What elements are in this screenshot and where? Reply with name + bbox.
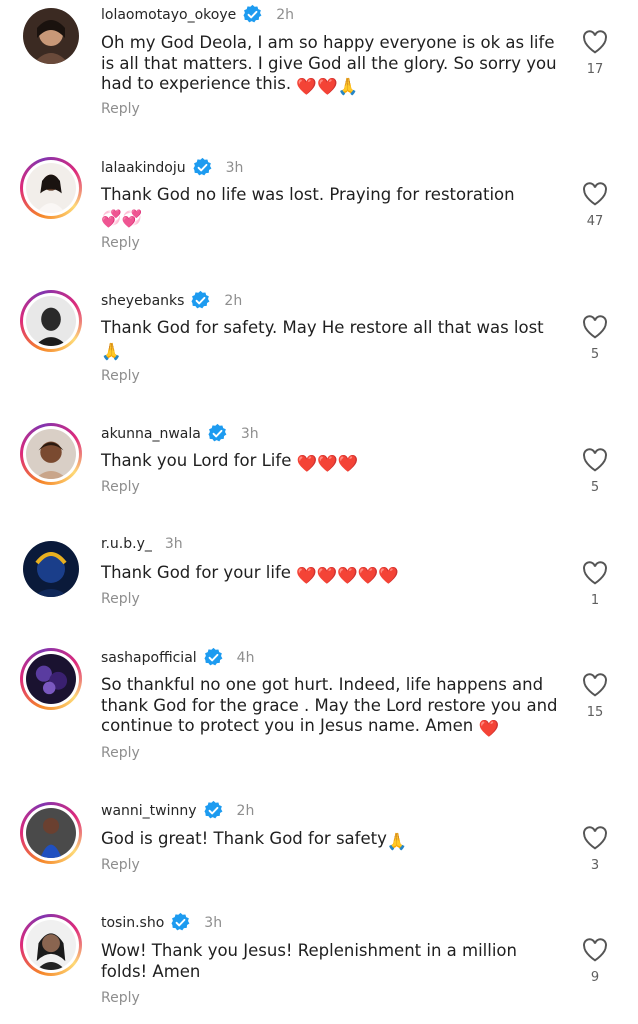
timestamp: 3h xyxy=(164,536,183,552)
reply-button[interactable]: Reply xyxy=(101,235,140,251)
reply-button[interactable]: Reply xyxy=(101,990,140,1006)
comment-text: Oh my God Deola, I am so happy everyone … xyxy=(101,33,557,96)
avatar[interactable] xyxy=(23,541,79,597)
avatar[interactable] xyxy=(20,423,82,485)
comment-item: r.u.b.y_ 3h Thank God for your life ❤️❤️… xyxy=(0,530,638,630)
avatar[interactable] xyxy=(23,8,79,64)
comment-text: God is great! Thank God for safety🙏 xyxy=(101,829,408,851)
like-count: 5 xyxy=(590,347,600,362)
heart-icon[interactable] xyxy=(582,182,608,206)
avatar[interactable] xyxy=(20,802,82,864)
reply-button[interactable]: Reply xyxy=(101,479,140,495)
comment-item: akunna_nwala 3h Thank you Lord for Life … xyxy=(0,417,638,517)
username[interactable]: wanni_twinny xyxy=(101,803,197,819)
comment-text: Thank you Lord for Life ❤️❤️❤️ xyxy=(101,451,359,473)
like-count: 9 xyxy=(590,970,600,985)
reply-button[interactable]: Reply xyxy=(101,591,140,607)
comment-emoji: ❤️❤️❤️ xyxy=(296,454,359,473)
avatar[interactable] xyxy=(20,290,82,352)
comment-emoji: 💞💞 xyxy=(101,208,143,228)
comment-text: Thank God for safety. May He restore all… xyxy=(101,318,544,361)
reply-button[interactable]: Reply xyxy=(101,101,140,117)
timestamp: 3h xyxy=(240,425,259,442)
timestamp: 2h xyxy=(224,292,243,309)
like-count: 15 xyxy=(586,705,604,720)
username[interactable]: sheyebanks xyxy=(101,293,184,309)
heart-icon[interactable] xyxy=(582,938,608,962)
timestamp: 3h xyxy=(204,914,223,931)
comment-emoji: ❤️❤️🙏 xyxy=(296,77,359,96)
verified-badge-icon xyxy=(204,647,223,666)
like-count: 47 xyxy=(586,214,604,229)
comment-text: Thank God for your life ❤️❤️❤️❤️❤️ xyxy=(101,563,399,585)
like-count: 5 xyxy=(590,480,600,495)
username[interactable]: r.u.b.y_ xyxy=(101,536,152,552)
username[interactable]: akunna_nwala xyxy=(101,426,201,442)
comment-emoji: 🙏 xyxy=(101,341,122,361)
verified-badge-icon xyxy=(243,4,262,23)
comment-emoji: 🙏 xyxy=(386,832,408,851)
timestamp: 4h xyxy=(236,649,255,666)
heart-icon[interactable] xyxy=(582,673,608,697)
comment-item: sheyebanks 2h Thank God for safety. May … xyxy=(0,283,638,393)
like-count: 1 xyxy=(590,593,600,608)
username[interactable]: tosin.sho xyxy=(101,915,164,931)
comment-emoji: ❤️ xyxy=(478,719,500,738)
comment-item: lolaomotayo_okoye 2h Oh my God Deola, I … xyxy=(0,0,638,130)
verified-badge-icon xyxy=(191,290,210,309)
verified-badge-icon xyxy=(208,423,227,442)
verified-badge-icon xyxy=(193,157,212,176)
username[interactable]: sashapofficial xyxy=(101,650,197,666)
like-count: 3 xyxy=(590,858,600,873)
heart-icon[interactable] xyxy=(582,448,608,472)
timestamp: 3h xyxy=(225,159,244,176)
comment-item: sashapofficial 4h So thankful no one got… xyxy=(0,643,638,783)
heart-icon[interactable] xyxy=(582,826,608,850)
timestamp: 2h xyxy=(236,802,255,819)
comment-item: lalaakindoju 3h Thank God no life was lo… xyxy=(0,150,638,270)
comment-text: Thank God no life was lost. Praying for … xyxy=(101,185,515,228)
avatar[interactable] xyxy=(20,914,82,976)
avatar[interactable] xyxy=(20,157,82,219)
username[interactable]: lalaakindoju xyxy=(101,160,186,176)
comment-text: Wow! Thank you Jesus! Replenishment in a… xyxy=(101,941,517,981)
username[interactable]: lolaomotayo_okoye xyxy=(101,7,236,23)
heart-icon[interactable] xyxy=(582,315,608,339)
timestamp: 2h xyxy=(276,6,295,23)
reply-button[interactable]: Reply xyxy=(101,745,140,761)
comment-item: wanni_twinny 2h God is great! Thank God … xyxy=(0,796,638,896)
reply-button[interactable]: Reply xyxy=(101,857,140,873)
heart-icon[interactable] xyxy=(582,30,608,54)
verified-badge-icon xyxy=(204,800,222,819)
comment-item: tosin.sho 3h Wow! Thank you Jesus! Reple… xyxy=(0,908,638,1024)
reply-button[interactable]: Reply xyxy=(101,368,140,384)
verified-badge-icon xyxy=(171,912,190,931)
comment-emoji: ❤️❤️❤️❤️❤️ xyxy=(296,566,399,585)
like-count: 17 xyxy=(586,62,604,77)
comment-text: So thankful no one got hurt. Indeed, lif… xyxy=(101,675,558,738)
avatar[interactable] xyxy=(20,648,82,710)
heart-icon[interactable] xyxy=(582,561,608,585)
